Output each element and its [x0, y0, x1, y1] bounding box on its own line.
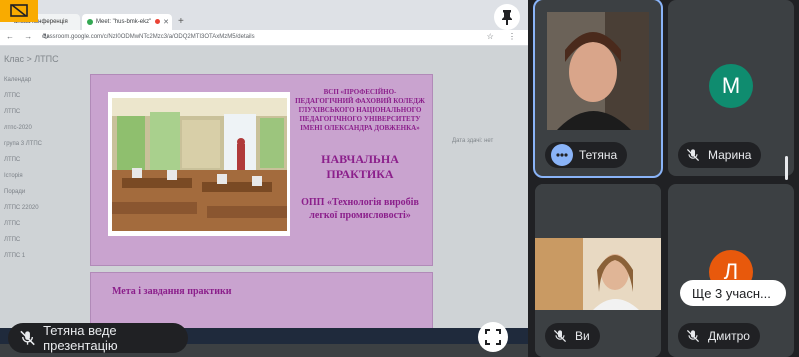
slide-organization: ВСП «ПРОФЕСІЙНО-ПЕДАГОГІЧНИЙ ФАХОВИЙ КОЛ…: [295, 88, 425, 132]
presentation-view: анова конференція Meet: "hus-bmk-ekz" ✕ …: [0, 0, 528, 357]
mic-off-icon: [20, 330, 35, 346]
sidebar-item[interactable]: Календар: [4, 72, 80, 88]
sidebar-item[interactable]: ЛТПС: [4, 232, 80, 248]
more-participants-label: Ще 3 учасн...: [692, 285, 771, 301]
pin-icon: [502, 10, 512, 25]
screen-share-icon: [0, 0, 38, 22]
class-title: Клас > ЛТПС: [4, 54, 59, 64]
recording-dot-icon: [155, 19, 160, 24]
more-participants-button[interactable]: Ще 3 учасн...: [680, 280, 786, 306]
participant-label: Дмитро: [678, 323, 760, 349]
presenting-label: Тетяна веде презентацію: [43, 323, 118, 353]
participant-name: Ви: [575, 329, 590, 343]
fullscreen-icon: [485, 329, 501, 345]
tab-label: Meet: "hus-bmk-ekz": [96, 19, 152, 25]
sidebar-item[interactable]: ЛТПС: [4, 216, 80, 232]
address-bar: ← → ↻ classroom.google.com/c/NzI0ODMwNTc…: [0, 30, 528, 46]
participant-tile-tetiana[interactable]: Тетяна: [533, 0, 663, 178]
meet-favicon-icon: [87, 19, 93, 25]
participant-label: Ви: [545, 323, 600, 349]
participant-name: Дмитро: [708, 329, 750, 343]
avatar-initial: М: [721, 73, 741, 98]
participant-name: Марина: [708, 148, 752, 162]
workshop-photo: [112, 98, 287, 231]
mic-off-icon: [551, 327, 569, 345]
url-field[interactable]: classroom.google.com/c/NzI0ODMwNTc2Mzc3/…: [42, 34, 255, 40]
close-tab-icon[interactable]: ✕: [163, 18, 169, 26]
sidebar-item[interactable]: Історія: [4, 168, 80, 184]
participant-name: Тетяна: [579, 148, 618, 162]
classroom-sidebar: Календар ЛТПС ЛТПС лтпс-2020 група 3 ЛТП…: [0, 72, 80, 264]
sidebar-item[interactable]: ЛТПС: [4, 104, 80, 120]
avatar: М: [709, 64, 753, 108]
fullscreen-button[interactable]: [478, 322, 508, 352]
browser-tab-strip: анова конференція Meet: "hus-bmk-ekz" ✕ …: [0, 0, 528, 30]
participant-tile-dmytro[interactable]: Л Дмитро: [668, 184, 794, 357]
mic-off-icon: [684, 146, 702, 164]
sidebar-item[interactable]: лтпс-2020: [4, 120, 80, 136]
participant-label: Марина: [678, 142, 762, 168]
tiles-scrollbar[interactable]: [785, 156, 788, 180]
pin-button[interactable]: [494, 4, 520, 30]
sidebar-item[interactable]: ЛТПС 22020: [4, 200, 80, 216]
speaking-indicator-icon: [551, 144, 573, 166]
slide-main-title: НАВЧАЛЬНА ПРАКТИКА: [321, 152, 399, 181]
sidebar-item[interactable]: ЛТПС: [4, 152, 80, 168]
presenting-chip: Тетяна веде презентацію: [8, 323, 188, 353]
mic-off-icon: [684, 327, 702, 345]
slide-program: ОПП «Технологія виробів легкої промислов…: [301, 197, 419, 221]
slide-next-title: Мета і завдання практики: [112, 286, 232, 297]
meet-window: анова конференція Meet: "hus-bmk-ekz" ✕ …: [0, 0, 799, 357]
sidebar-item[interactable]: ЛТПС: [4, 88, 80, 104]
participant-tile-you[interactable]: Ви: [535, 184, 661, 357]
participant-label: Тетяна: [545, 142, 628, 168]
new-tab-button[interactable]: +: [174, 14, 190, 30]
sidebar-item[interactable]: Поради: [4, 184, 80, 200]
due-date-text: Дата здачі: нет: [452, 138, 494, 144]
browser-actions-icon[interactable]: ☆ ⋮: [487, 32, 522, 41]
new-tab-label: +: [178, 16, 184, 27]
sidebar-item[interactable]: ЛТПС 1: [4, 248, 80, 264]
participant-tile-maryna[interactable]: М Марина: [668, 0, 794, 176]
tab-meet[interactable]: Meet: "hus-bmk-ekz" ✕: [82, 14, 172, 30]
sidebar-item[interactable]: група 3 ЛТПС: [4, 136, 80, 152]
